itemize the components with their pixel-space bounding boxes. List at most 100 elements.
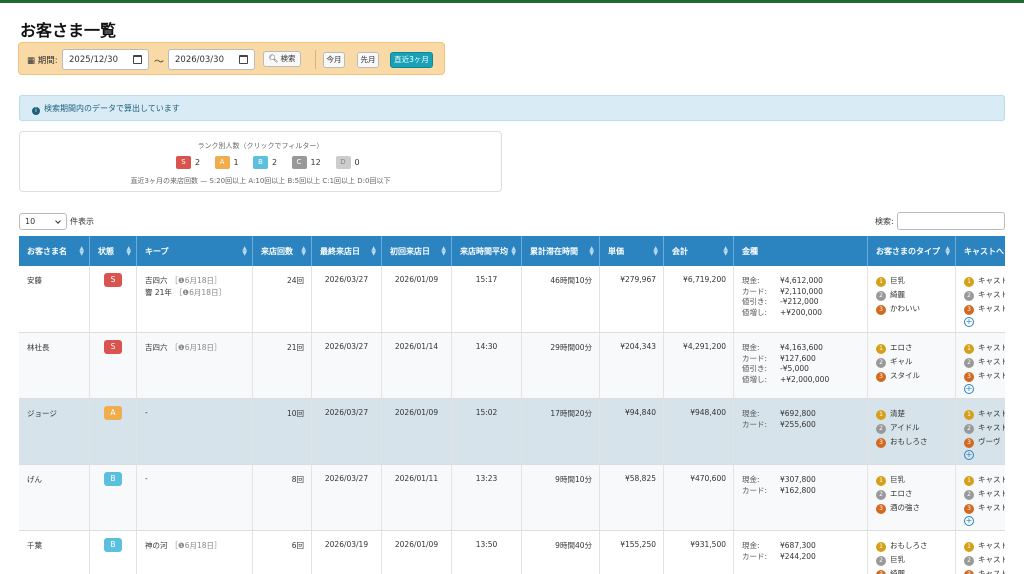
quick-range-button[interactable]: 先月: [357, 52, 379, 68]
payment-label: 現金:: [742, 276, 760, 285]
keep-bottle-name: 吉四六: [145, 343, 168, 352]
rank-filter-chip[interactable]: D: [335, 156, 351, 169]
sort-icon[interactable]: ▲ ▼: [653, 246, 658, 257]
payment-line: カード: ¥127,600: [742, 353, 867, 364]
customer-name[interactable]: ジョージ: [27, 409, 57, 418]
page-title: お客さま一覧: [20, 21, 117, 40]
rank-number-icon: 3: [876, 305, 886, 315]
payment-label: カード:: [742, 551, 768, 561]
column-header[interactable]: キャストへ▲▼: [956, 236, 1005, 266]
column-header[interactable]: キープ ▲ ▼: [137, 236, 253, 266]
calendar-icon[interactable]: [133, 55, 142, 64]
column-header-label: 初回来店日: [390, 247, 430, 256]
payment-label: 現金:: [742, 343, 760, 352]
total-amount: ¥931,500: [664, 531, 734, 574]
sort-icon[interactable]: ▲ ▼: [723, 246, 728, 257]
cast-label: キャスト: [978, 343, 1005, 352]
rank-number-icon: 1: [876, 410, 886, 420]
table-row[interactable]: 千葉 B 神の河 ［❶6月18日］ 6回 2026/03/19 2026/01/09 13:5…: [19, 531, 1005, 574]
customer-type-item: 1 エロさ: [876, 342, 955, 356]
sort-icon[interactable]: ▲ ▼: [945, 246, 950, 257]
customer-type-label: 綺麗: [890, 569, 905, 574]
unit-price: ¥155,250: [600, 531, 664, 574]
date-from-input[interactable]: 2025/12/30: [62, 49, 149, 70]
table-header: お客さま名 ▲ ▼ 状態 ▲ ▼ キープ ▲ ▼ 来店回数 ▲ ▼ 最終来店日 ▲ ▼ 初回来店日 ▲ ▼ 来店時間…: [19, 236, 1005, 266]
column-header-label: 来店回数: [261, 247, 293, 256]
column-header-label: 最終来店日: [320, 247, 360, 256]
search-button[interactable]: 🔍︎ 検索: [263, 51, 301, 67]
keep-bottle-name: 神の河: [145, 541, 168, 550]
sort-icon[interactable]: ▲ ▼: [79, 246, 84, 257]
rank-number-icon: 1: [964, 277, 974, 287]
column-header[interactable]: 金種: [734, 236, 868, 266]
page-length-select[interactable]: 10: [19, 213, 67, 230]
payment-value: ¥692,800: [780, 409, 816, 418]
cast-label: キャスト: [978, 276, 1005, 285]
customer-name[interactable]: 千葉: [27, 541, 42, 550]
date-to-input[interactable]: 2026/03/30: [168, 49, 255, 70]
quick-range-button[interactable]: 直近3ヶ月: [390, 52, 433, 68]
customer-name[interactable]: 林社長: [27, 343, 50, 352]
customer-type-label: かわいい: [890, 304, 920, 313]
table-row[interactable]: ジョージ A - 10回 2026/03/27 2026/01/09 15:02 17時間20…: [19, 399, 1005, 465]
table-search-input[interactable]: [897, 212, 1005, 230]
calendar-icon[interactable]: [239, 55, 248, 64]
cast-label: キャスト: [978, 569, 1005, 574]
plus-circle-icon[interactable]: +: [964, 516, 974, 526]
rank-filter-chip[interactable]: B: [253, 156, 268, 169]
customer-name[interactable]: げん: [27, 475, 42, 484]
cast-item: 3 キャスト: [964, 568, 1005, 574]
payment-label: 現金:: [742, 409, 760, 418]
sort-icon[interactable]: ▲ ▼: [242, 246, 247, 257]
customer-name[interactable]: 安藤: [27, 276, 42, 285]
rank-number-icon: 1: [876, 476, 886, 486]
cast-cell: 1キャスト2キャスト3キャスト+: [956, 531, 1005, 574]
sort-icon[interactable]: ▲ ▼: [441, 246, 446, 257]
sort-icon[interactable]: ▲ ▼: [371, 246, 376, 257]
payment-value: -¥212,000: [780, 297, 819, 306]
rank-number-icon: 3: [964, 438, 974, 448]
customer-type-item: 1 巨乳: [876, 275, 955, 289]
column-header[interactable]: 来店時間平均 ▲ ▼: [452, 236, 522, 266]
column-header[interactable]: 最終来店日 ▲ ▼: [312, 236, 382, 266]
customer-type-label: エロさ: [890, 343, 913, 352]
plus-circle-icon[interactable]: +: [964, 317, 974, 327]
rank-filter-chip[interactable]: A: [214, 156, 230, 169]
quick-range-button[interactable]: 今月: [323, 52, 345, 68]
customer-type-item: 2 巨乳: [876, 554, 955, 568]
payment-line: カード: ¥2,110,000: [742, 286, 867, 297]
column-header[interactable]: 累計滞在時間 ▲ ▼: [522, 236, 600, 266]
payment-line: 現金: ¥687,300: [742, 540, 867, 551]
sort-icon[interactable]: ▲ ▼: [511, 246, 516, 257]
cast-cell: 1 キャスト 2 キャスト 3 ヴーヴ +: [956, 399, 1005, 464]
table-row[interactable]: 林社長 S 吉四六 ［❶6月18日］ 21回 2026/03/27 2026/01/14 14…: [19, 333, 1005, 399]
keep-bottle-name: 響 21年: [145, 288, 172, 297]
table-row[interactable]: 安藤 S 吉四六 ［❶6月18日］ 響 21年 ［❶6月18日］ 24回 2026/03/27…: [19, 266, 1005, 333]
customer-type-label: ギャル: [890, 357, 913, 366]
payment-label: 現金:: [742, 541, 760, 550]
sort-icon[interactable]: ▲ ▼: [589, 246, 594, 257]
keep-date-tag: ［❶6月18日］: [170, 276, 222, 285]
rank-filter-chip[interactable]: C: [291, 156, 307, 169]
sort-icon[interactable]: ▲ ▼: [126, 246, 131, 257]
customer-name-cell: ジョージ: [19, 399, 90, 464]
rank-badge: S: [104, 273, 122, 287]
rank-filter-chip[interactable]: S: [176, 156, 191, 169]
customer-type-item: 1 清楚: [876, 408, 955, 422]
first-visit-date: 2026/01/14: [382, 333, 452, 398]
sort-icon[interactable]: ▲ ▼: [301, 246, 306, 257]
column-header[interactable]: 単価 ▲ ▼: [600, 236, 664, 266]
plus-circle-icon[interactable]: +: [964, 450, 974, 460]
plus-circle-icon[interactable]: +: [964, 384, 974, 394]
total-amount: ¥6,719,200: [664, 266, 734, 332]
table-row[interactable]: げん B - 8回 2026/03/27 2026/01/11 13:23 9時間10分 ¥58…: [19, 465, 1005, 531]
payment-label: カード:: [742, 353, 768, 363]
customer-type-item: 2 エロさ: [876, 488, 955, 502]
column-header[interactable]: 状態 ▲ ▼: [90, 236, 137, 266]
column-header[interactable]: お客さま名 ▲ ▼: [19, 236, 90, 266]
column-header[interactable]: 来店回数 ▲ ▼: [253, 236, 312, 266]
column-header[interactable]: 会計 ▲ ▼: [664, 236, 734, 266]
column-header[interactable]: 初回来店日 ▲ ▼: [382, 236, 452, 266]
column-header[interactable]: お客さまのタイプ ▲ ▼: [868, 236, 956, 266]
total-stay-time: 9時間40分: [522, 531, 600, 574]
